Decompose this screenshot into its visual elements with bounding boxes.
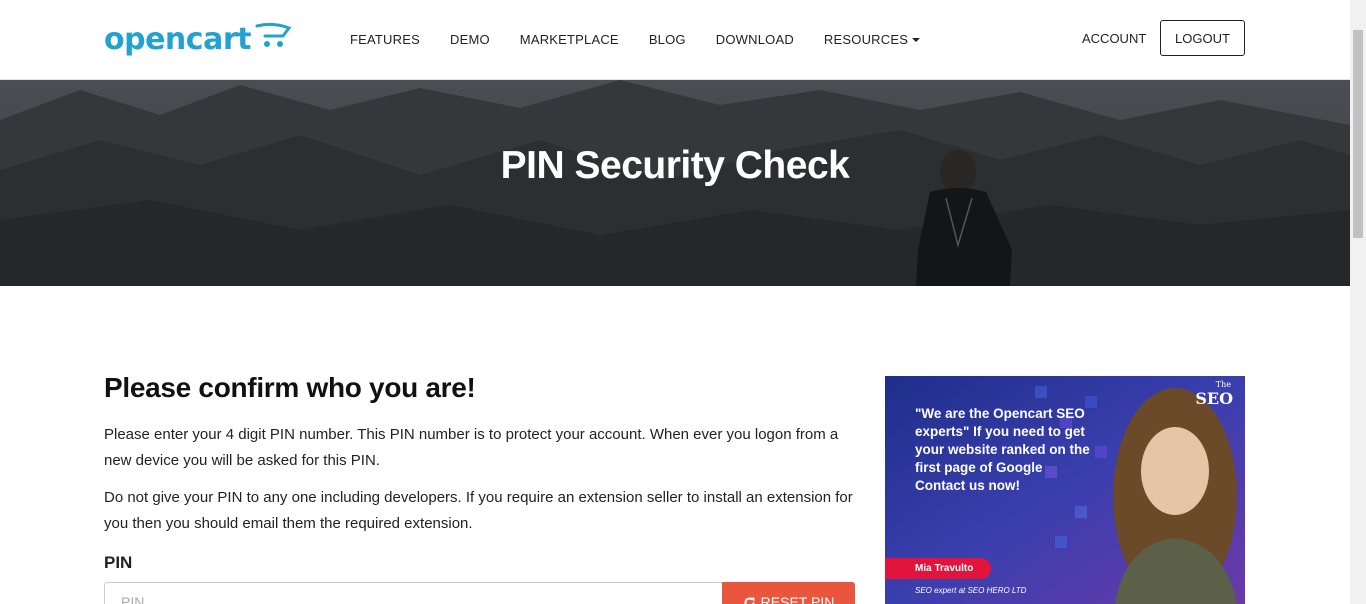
logout-button[interactable]: LOGOUT xyxy=(1160,20,1245,56)
ad-brand-small: The xyxy=(1215,380,1231,389)
scrollbar-thumb[interactable] xyxy=(1353,30,1363,238)
nav-blog-label: BLOG xyxy=(648,31,686,47)
nav-blog[interactable]: BLOG xyxy=(634,32,701,47)
ad-caption: SEO expert at SEO HERO LTD xyxy=(915,586,1027,595)
nav-download-label: DOWNLOAD xyxy=(715,31,794,47)
nav-resources-label: RESOURCES xyxy=(823,31,909,47)
pin-label: PIN xyxy=(104,553,133,572)
page-title: PIN Security Check xyxy=(500,144,850,187)
refresh-icon xyxy=(744,597,755,604)
confirm-heading: Please confirm who you are! xyxy=(104,372,476,403)
account-link[interactable]: ACCOUNT xyxy=(1082,31,1146,46)
seo-ad-banner[interactable]: The SEO "We are the Opencart SEO experts… xyxy=(885,376,1245,604)
logout-label: LOGOUT xyxy=(1175,30,1230,46)
cart-icon xyxy=(255,22,292,47)
pin-input-group: RESET PIN xyxy=(104,582,856,604)
caret-down-icon xyxy=(912,38,921,42)
ad-quote: "We are the Opencart SEO experts" If you… xyxy=(915,406,1090,493)
person-photo xyxy=(1113,388,1237,604)
reset-pin-button[interactable]: RESET PIN xyxy=(722,582,855,604)
nav-marketplace[interactable]: MARKETPLACE xyxy=(505,32,634,47)
nav-features[interactable]: FEATURES xyxy=(335,32,435,47)
pin-warning-paragraph: Do not give your PIN to any one includin… xyxy=(104,489,853,532)
nav-download[interactable]: DOWNLOAD xyxy=(701,32,809,47)
hero-banner: PIN Security Check xyxy=(0,80,1350,286)
nav-marketplace-label: MARKETPLACE xyxy=(519,31,619,47)
opencart-logo[interactable]: opencart xyxy=(104,18,294,60)
nav-features-label: FEATURES xyxy=(350,31,420,47)
pin-info-paragraph: Please enter your 4 digit PIN number. Th… xyxy=(104,426,839,469)
nav-resources[interactable]: RESOURCES xyxy=(809,32,935,47)
main-content: Please confirm who you are! Please enter… xyxy=(104,372,856,604)
nav-demo-label: DEMO xyxy=(449,31,490,47)
logo-text: opencart xyxy=(104,21,251,57)
nav-demo[interactable]: DEMO xyxy=(435,32,505,47)
main-nav: FEATURES DEMO MARKETPLACE BLOG DOWNLOAD … xyxy=(335,0,935,78)
site-header: opencart FEATURES DEMO MARKETPLACE BLOG … xyxy=(0,0,1350,80)
pin-input[interactable] xyxy=(104,582,722,604)
ad-brand-big: SEO xyxy=(1195,389,1233,408)
ad-brand-logo: The SEO xyxy=(1195,380,1233,408)
ad-person-name: Mia Travulto xyxy=(885,558,991,579)
reset-pin-label: RESET PIN xyxy=(760,594,835,604)
page-scrollbar[interactable] xyxy=(1350,0,1366,604)
